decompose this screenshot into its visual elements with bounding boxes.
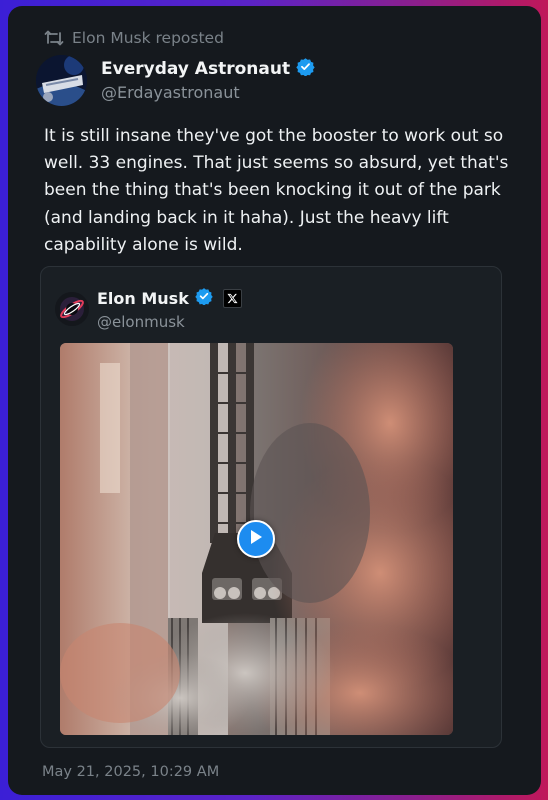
repost-indicator[interactable]: Elon Musk reposted — [44, 28, 224, 48]
verified-badge-icon — [195, 287, 213, 309]
author-name[interactable]: Everyday Astronaut — [101, 59, 290, 79]
author-avatar[interactable] — [36, 55, 87, 106]
quoted-post[interactable]: Elon Musk @elonmusk — [40, 266, 502, 748]
repost-label: Elon Musk reposted — [72, 29, 224, 47]
play-button[interactable] — [237, 520, 275, 558]
post-card: Elon Musk reposted Everyday Astronaut @E… — [8, 6, 541, 795]
repost-icon — [44, 30, 64, 46]
verified-badge-icon — [296, 57, 315, 80]
tweet-text: It is still insane they've got the boost… — [44, 126, 509, 255]
quoted-avatar[interactable] — [55, 292, 89, 326]
post-timestamp[interactable]: May 21, 2025, 10:29 AM — [42, 764, 219, 780]
x-logo-icon — [222, 288, 242, 308]
quoted-author-name[interactable]: Elon Musk — [97, 289, 189, 308]
video-thumbnail[interactable] — [60, 343, 453, 735]
play-icon — [249, 529, 263, 549]
quoted-author-handle[interactable]: @elonmusk — [97, 313, 185, 331]
author-handle[interactable]: @Erdayastronaut — [101, 83, 240, 102]
